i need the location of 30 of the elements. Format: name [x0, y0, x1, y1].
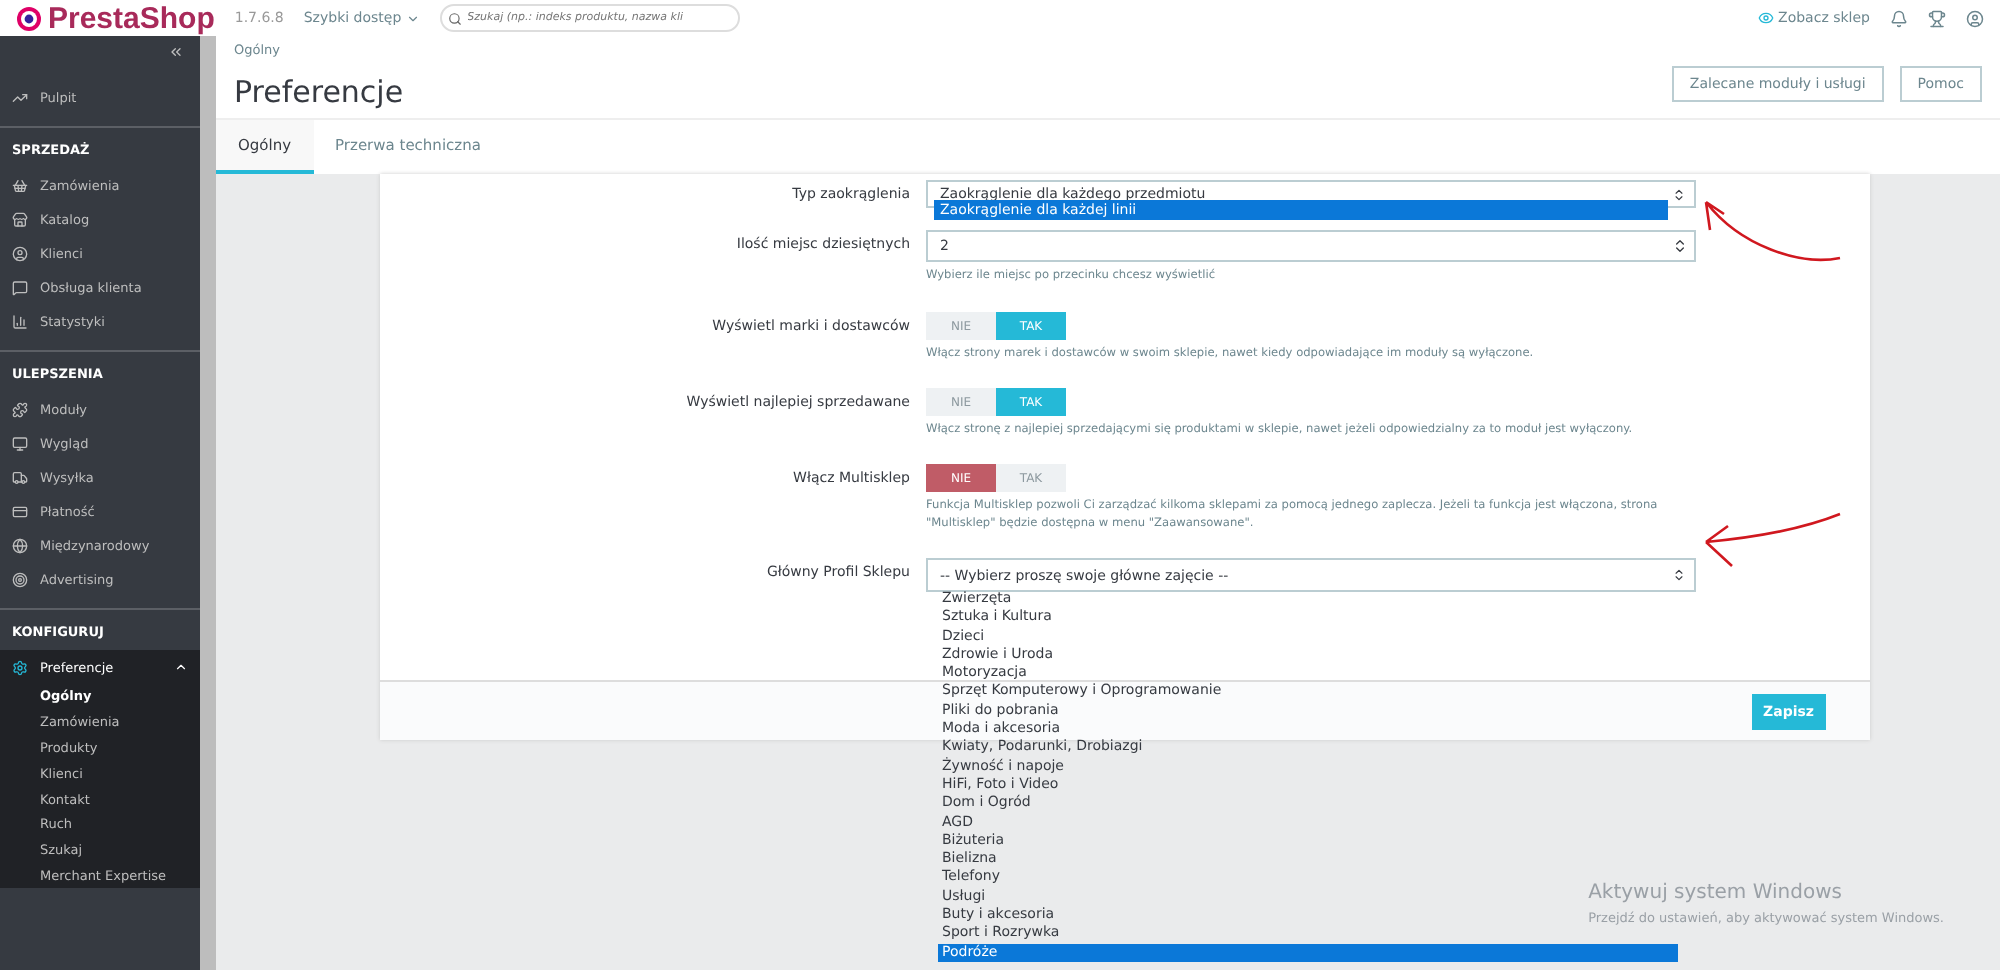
user-icon	[12, 245, 28, 261]
trophy-icon[interactable]	[1928, 9, 1946, 27]
notice-title: Aktywuj system Windows	[1588, 882, 1844, 904]
target-icon	[12, 571, 28, 587]
account-icon[interactable]	[1966, 9, 1984, 27]
logo[interactable]: PrestaShop	[16, 1, 215, 35]
logo-icon	[16, 5, 42, 31]
scrollbar[interactable]	[200, 36, 216, 970]
bell-icon[interactable]	[1890, 9, 1908, 27]
card-icon	[12, 503, 28, 519]
monitor-icon	[12, 435, 28, 451]
chat-icon	[12, 279, 28, 295]
gear-icon	[12, 659, 28, 675]
page-title: Preferencje	[234, 74, 404, 110]
globe-icon	[12, 537, 28, 553]
puzzle-icon	[12, 401, 28, 417]
logo-text: PrestaShop	[48, 1, 215, 35]
select-arrows-icon	[1672, 568, 1686, 582]
chevron-up-icon[interactable]	[174, 660, 188, 674]
search-icon	[447, 11, 462, 25]
truck-icon	[12, 469, 28, 485]
eye-icon	[1758, 10, 1775, 26]
collapse-icon[interactable]	[168, 44, 184, 60]
select-arrows-icon	[1672, 187, 1686, 201]
spinner-icon[interactable]	[1672, 238, 1688, 254]
basket-icon	[12, 177, 28, 193]
caret-icon	[405, 11, 420, 25]
store-icon	[12, 211, 28, 227]
chart-icon	[12, 313, 28, 329]
trend-icon	[12, 89, 28, 105]
